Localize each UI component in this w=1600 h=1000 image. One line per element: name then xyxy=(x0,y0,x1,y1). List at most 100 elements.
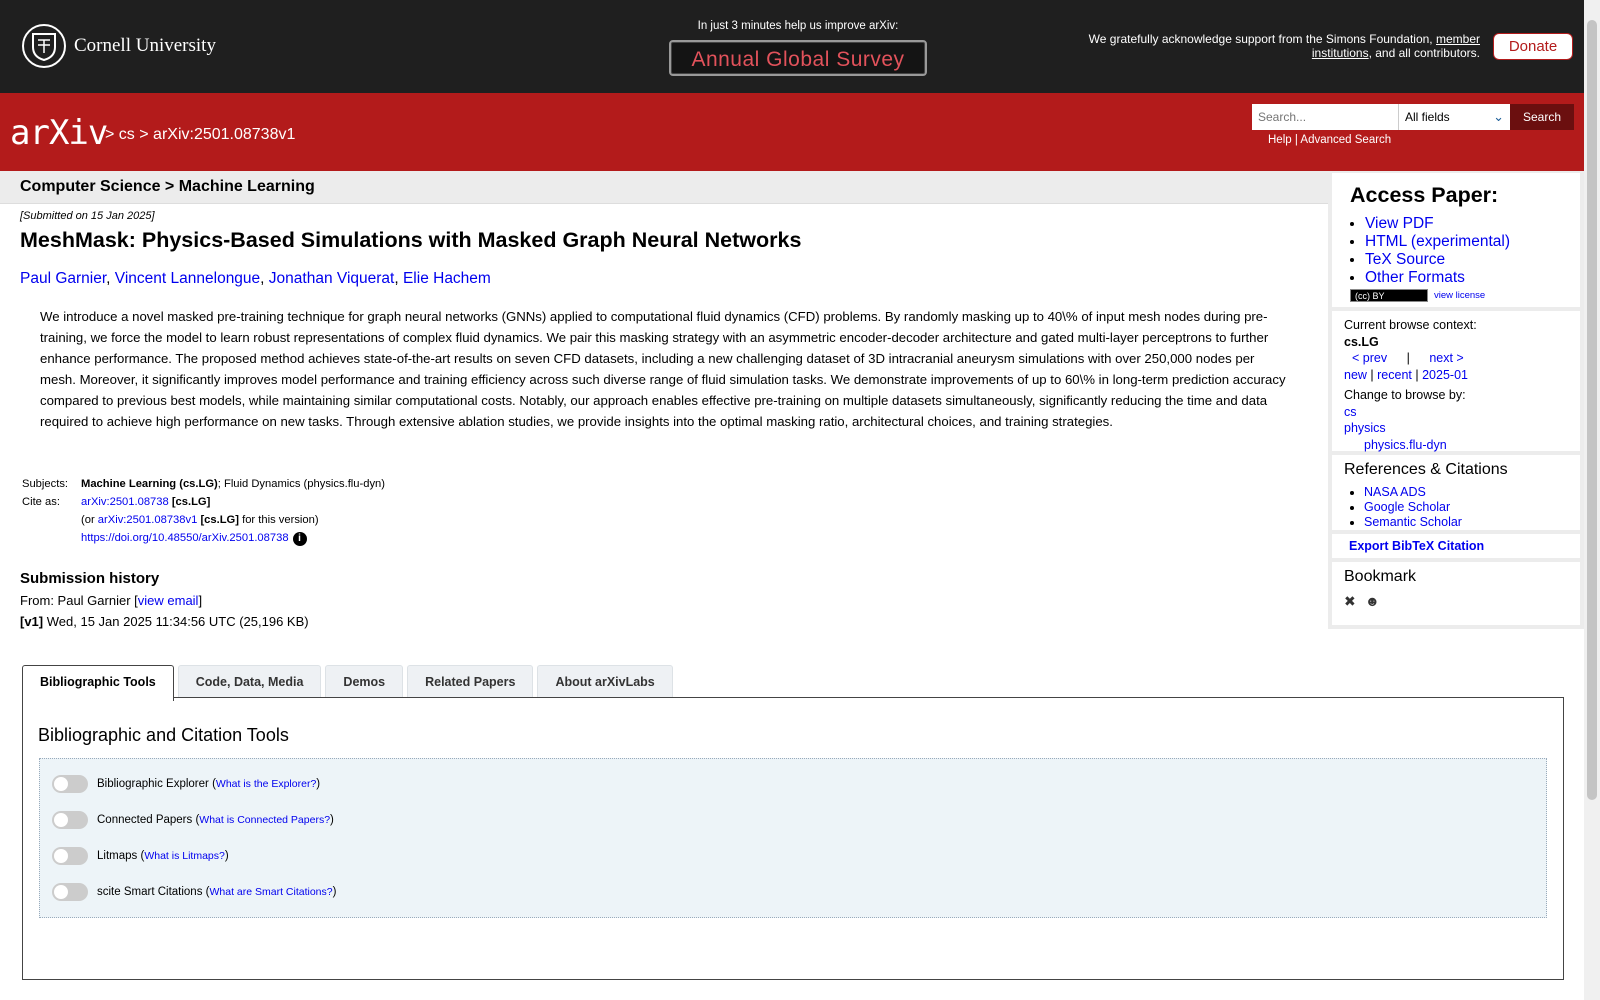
breadcrumb-cs[interactable]: cs xyxy=(119,126,135,143)
next-link[interactable]: next > xyxy=(1429,351,1463,365)
cite-id-link[interactable]: arXiv:2501.08738 xyxy=(81,496,169,508)
view-license-link[interactable]: view license xyxy=(1434,290,1485,301)
submission-from-close: ] xyxy=(198,593,203,608)
tool-label: Bibliographic Explorer xyxy=(97,778,209,790)
bookmark-title: Bookmark xyxy=(1344,568,1417,585)
subjects-label: Subjects: xyxy=(22,478,69,490)
semantic-scholar-link[interactable]: Semantic Scholar xyxy=(1364,515,1462,529)
google-scholar-link[interactable]: Google Scholar xyxy=(1364,500,1450,514)
advanced-search-link[interactable]: Advanced Search xyxy=(1300,134,1391,146)
access-paper-title: Access Paper: xyxy=(1350,183,1499,207)
subjects-value: Machine Learning (cs.LG); Fluid Dynamics… xyxy=(79,476,387,494)
panel-title: Bibliographic and Citation Tools xyxy=(38,725,289,745)
tab-bibliographic-tools[interactable]: Bibliographic Tools xyxy=(22,665,174,701)
search-help-links: Help | Advanced Search xyxy=(1268,134,1391,146)
page-scrollbar[interactable] xyxy=(1584,0,1600,1000)
cite-version-link[interactable]: arXiv:2501.08738v1 xyxy=(98,514,198,526)
cornell-name: Cornell University xyxy=(74,35,216,56)
export-bibtex-link[interactable]: Export BibTeX Citation xyxy=(1349,539,1484,553)
prev-link[interactable]: < prev xyxy=(1352,351,1387,365)
breadcrumb-separator: > xyxy=(139,126,149,143)
prev-next-row: < prev | next > xyxy=(1344,350,1477,367)
access-paper-box: Access Paper: View PDF HTML (experimenta… xyxy=(1332,173,1580,307)
secondary-subjects: ; Fluid Dynamics (physics.flu-dyn) xyxy=(217,478,385,490)
tool-row-explorer: Bibliographic Explorer (What is the Expl… xyxy=(52,775,320,793)
help-link[interactable]: Help xyxy=(1268,134,1292,146)
reddit-icon[interactable]: ☻ xyxy=(1365,593,1382,610)
tool-label: scite Smart Citations xyxy=(97,886,203,898)
right-sidebar: Access Paper: View PDF HTML (experimenta… xyxy=(1328,171,1584,629)
browse-physics-link[interactable]: physics xyxy=(1344,421,1386,435)
references-title: References & Citations xyxy=(1344,461,1508,478)
tex-source-link[interactable]: TeX Source xyxy=(1365,251,1445,268)
view-pdf-link[interactable]: View PDF xyxy=(1365,215,1434,232)
survey-promo: In just 3 minutes help us improve arXiv:… xyxy=(660,20,936,76)
month-link[interactable]: 2025-01 xyxy=(1422,368,1468,382)
html-link[interactable]: HTML (experimental) xyxy=(1365,233,1510,250)
donate-button[interactable]: Donate xyxy=(1493,33,1573,60)
tab-about-arxivlabs[interactable]: About arXivLabs xyxy=(537,665,673,699)
bookmark-box: Bookmark ✖ ☻ xyxy=(1332,562,1580,625)
version-label: [v1] xyxy=(20,614,44,629)
what-is-explorer-link[interactable]: What is the Explorer? xyxy=(216,778,316,790)
litmaps-toggle[interactable] xyxy=(52,847,88,865)
recent-link[interactable]: recent xyxy=(1377,368,1412,382)
support-suffix: , and all contributors. xyxy=(1368,46,1480,60)
tab-code-data-media[interactable]: Code, Data, Media xyxy=(177,665,322,699)
submission-history-title: Submission history xyxy=(20,570,160,587)
author-link[interactable]: Elie Hachem xyxy=(403,270,491,287)
cornell-logo[interactable]: Cornell University xyxy=(22,24,216,68)
license-row: (cc) BY view license xyxy=(1350,289,1485,302)
subject-title: Computer Science > Machine Learning xyxy=(20,178,315,195)
survey-button[interactable]: Annual Global Survey xyxy=(669,40,927,76)
support-text: We gratefully acknowledge support from t… xyxy=(1050,32,1480,60)
search-input[interactable] xyxy=(1252,104,1398,130)
author-link[interactable]: Jonathan Viquerat xyxy=(269,270,395,287)
submission-from-text: From: Paul Garnier [ xyxy=(20,593,138,608)
info-icon[interactable]: i xyxy=(292,532,307,546)
doi-link[interactable]: https://doi.org/10.48550/arXiv.2501.0873… xyxy=(81,532,289,544)
tab-related-papers[interactable]: Related Papers xyxy=(407,665,534,699)
list-links-row: new | recent | 2025-01 xyxy=(1344,367,1468,382)
author-link[interactable]: Paul Garnier xyxy=(20,270,106,287)
support-prefix: We gratefully acknowledge support from t… xyxy=(1088,32,1433,46)
cite-label: Cite as: xyxy=(22,496,60,508)
cite-version-tag: [cs.LG] xyxy=(200,514,239,526)
connected-papers-toggle[interactable] xyxy=(52,811,88,829)
version-row: [v1] Wed, 15 Jan 2025 11:34:56 UTC (25,1… xyxy=(20,614,309,629)
labs-tabs: Bibliographic Tools Code, Data, Media De… xyxy=(22,665,677,701)
new-link[interactable]: new xyxy=(1344,368,1367,382)
search-button[interactable]: Search xyxy=(1510,104,1574,130)
tool-row-connected-papers: Connected Papers (What is Connected Pape… xyxy=(52,811,334,829)
what-is-connected-papers-link[interactable]: What is Connected Papers? xyxy=(199,814,330,826)
author-list: Paul Garnier, Vincent Lannelongue, Jonat… xyxy=(20,270,491,287)
nasa-ads-link[interactable]: NASA ADS xyxy=(1364,485,1426,499)
browse-cs-link[interactable]: cs xyxy=(1344,405,1357,419)
bibsonomy-icon[interactable]: ✖ xyxy=(1344,593,1361,610)
search-field-select[interactable]: All fields ⌄ xyxy=(1398,104,1510,130)
version-detail: Wed, 15 Jan 2025 11:34:56 UTC (25,196 KB… xyxy=(46,614,309,629)
tab-demos[interactable]: Demos xyxy=(325,665,404,699)
other-formats-link[interactable]: Other Formats xyxy=(1365,269,1465,286)
browse-flu-dyn-link[interactable]: physics.flu-dyn xyxy=(1364,438,1447,452)
cite-tag: [cs.LG] xyxy=(171,496,211,508)
tools-box: Bibliographic Explorer (What is the Expl… xyxy=(39,758,1547,918)
paper-title: MeshMask: Physics-Based Simulations with… xyxy=(20,228,802,252)
scrollbar-thumb[interactable] xyxy=(1587,20,1597,800)
explorer-toggle[interactable] xyxy=(52,775,88,793)
tool-label: Litmaps xyxy=(97,850,138,862)
what-are-smart-citations-link[interactable]: What are Smart Citations? xyxy=(209,886,332,898)
view-email-link[interactable]: view email xyxy=(138,593,199,608)
breadcrumb: > cs > arXiv:2501.08738v1 xyxy=(105,126,295,144)
author-link[interactable]: Vincent Lannelongue xyxy=(115,270,260,287)
context-label: Current browse context: xyxy=(1344,318,1477,332)
cc-by-license-icon[interactable]: (cc) BY xyxy=(1350,289,1428,302)
abstract: We introduce a novel masked pre-training… xyxy=(40,309,1286,429)
nav-separator: | xyxy=(1406,351,1410,365)
what-is-litmaps-link[interactable]: What is Litmaps? xyxy=(144,850,225,862)
arxiv-logo[interactable]: arXiv xyxy=(10,113,108,153)
scite-toggle[interactable] xyxy=(52,883,88,901)
tool-label: Connected Papers xyxy=(97,814,193,826)
cite-alt-close: for this version) xyxy=(242,514,319,526)
tool-row-scite: scite Smart Citations (What are Smart Ci… xyxy=(52,883,336,901)
